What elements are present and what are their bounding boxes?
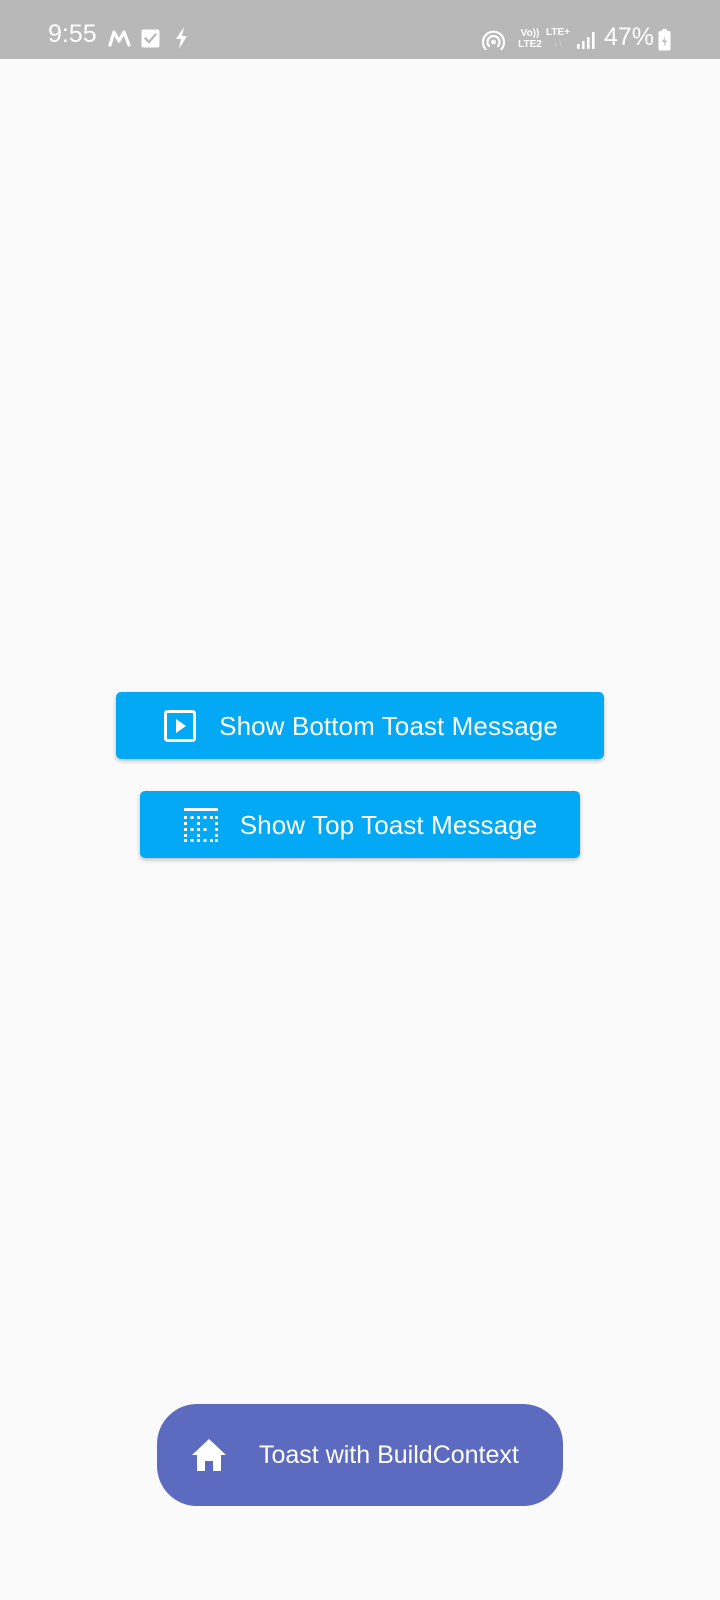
border-top-grid-icon: [183, 807, 218, 842]
show-top-toast-button[interactable]: Show Top Toast Message: [140, 791, 580, 858]
check-box-icon: [141, 29, 160, 48]
toast-message: Toast with BuildContext: [157, 1404, 563, 1506]
home-icon: [192, 1439, 226, 1471]
status-bar: 9:55 Vo)) LTE2 LTE+ ↓↑ 47%: [0, 0, 720, 59]
volte-label: Vo)): [520, 28, 540, 39]
data-arrows-icon: ↓↑: [553, 38, 563, 48]
toast-text: Toast with BuildContext: [259, 1440, 519, 1469]
hotspot-icon: [481, 30, 506, 51]
lte-label: LTE+: [546, 27, 570, 38]
show-bottom-toast-label: Show Bottom Toast Message: [219, 710, 558, 741]
battery-percent: 47%: [604, 23, 655, 51]
play-square-icon: [164, 709, 197, 742]
signal-icon: [577, 32, 595, 49]
lte2-label: LTE2: [518, 39, 542, 50]
battery-charging-icon: [658, 29, 671, 51]
show-bottom-toast-button[interactable]: Show Bottom Toast Message: [116, 692, 604, 759]
show-top-toast-label: Show Top Toast Message: [239, 809, 538, 840]
m-app-icon: [108, 30, 131, 47]
volte-indicator: Vo)) LTE2: [515, 28, 545, 50]
lte-indicator: LTE+ ↓↑: [544, 27, 572, 49]
status-time: 9:55: [48, 20, 97, 48]
bolt-icon: [176, 27, 187, 49]
